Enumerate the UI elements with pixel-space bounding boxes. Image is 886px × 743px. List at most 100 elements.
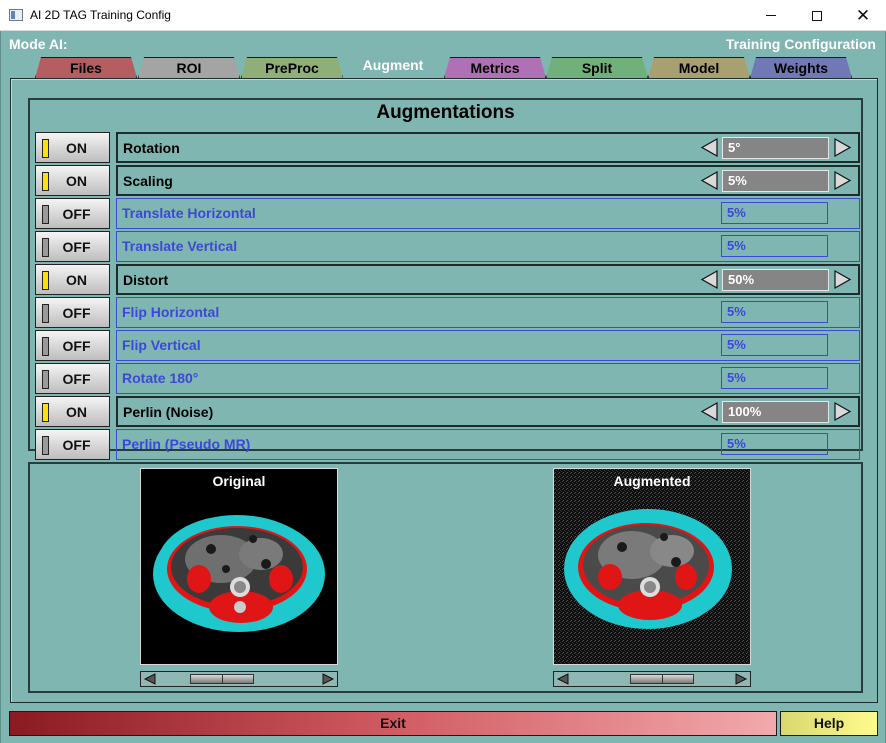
augmentation-row: OFF Translate Vertical 5% — [35, 231, 860, 262]
augmentation-value-field: 5% — [721, 334, 828, 356]
toggle-label: OFF — [62, 436, 91, 453]
augmentation-row: ON Scaling 5% — [35, 165, 860, 196]
close-button[interactable]: ✕ — [840, 0, 886, 31]
augmentation-toggle-button[interactable]: OFF — [35, 198, 110, 229]
scroll-right-icon[interactable] — [321, 673, 335, 685]
augmentation-toggle-button[interactable]: OFF — [35, 363, 110, 394]
exit-button[interactable]: Exit — [9, 711, 777, 736]
decrease-arrow-icon[interactable] — [700, 138, 719, 157]
augmentation-setting: Distort 50% — [116, 264, 860, 295]
increase-arrow-icon[interactable] — [833, 402, 852, 421]
augmentation-setting: Rotate 180° 5% — [116, 363, 860, 394]
augmentation-name: Flip Vertical — [122, 337, 201, 353]
increase-arrow-icon[interactable] — [833, 270, 852, 289]
augmentation-value-field: 5% — [721, 433, 828, 455]
augmented-scroll-thumb[interactable] — [630, 674, 694, 684]
augmentations-title: Augmentations — [376, 102, 515, 123]
augmentation-toggle-button[interactable]: ON — [35, 396, 110, 427]
augmented-preview: Augmented — [553, 468, 751, 665]
app-icon — [9, 9, 23, 21]
augmentation-value-field: 5% — [721, 301, 828, 323]
tab-split[interactable]: Split — [546, 57, 648, 78]
original-label: Original — [212, 473, 266, 489]
augmentation-value-field: 5% — [721, 235, 828, 257]
augmentation-setting: Translate Horizontal 5% — [116, 198, 860, 229]
toggle-label: OFF — [62, 304, 91, 321]
augmentation-row: OFF Rotate 180° 5% — [35, 363, 860, 394]
augmented-scrollbar[interactable] — [553, 671, 751, 687]
toggle-label: OFF — [62, 205, 91, 222]
augmentation-toggle-button[interactable]: ON — [35, 132, 110, 163]
augmentation-value-field[interactable]: 100% — [722, 401, 829, 423]
augmentation-name: Rotation — [123, 140, 180, 156]
tab-roi[interactable]: ROI — [138, 57, 240, 78]
scroll-left-icon[interactable] — [143, 673, 157, 685]
toggle-label: OFF — [62, 238, 91, 255]
toggle-label: ON — [66, 271, 87, 288]
augmentation-value-field[interactable]: 5° — [722, 137, 829, 159]
toggle-label: ON — [66, 403, 87, 420]
augmented-ct-image — [554, 469, 750, 664]
augmentation-row: OFF Translate Horizontal 5% — [35, 198, 860, 229]
original-ct-image — [153, 515, 325, 632]
toggle-label: OFF — [62, 337, 91, 354]
augmentation-setting: Translate Vertical 5% — [116, 231, 860, 262]
original-preview: Original — [140, 468, 338, 665]
augmentation-setting: Rotation 5° — [116, 132, 860, 163]
close-icon: ✕ — [855, 6, 871, 25]
augmentation-name: Flip Horizontal — [122, 304, 220, 320]
augmentation-row: OFF Flip Vertical 5% — [35, 330, 860, 361]
augmentation-name: Translate Horizontal — [122, 205, 256, 221]
augmentation-row: OFF Flip Horizontal 5% — [35, 297, 860, 328]
augmentation-value-field: 5% — [721, 202, 828, 224]
training-config-label: Training Configuration — [725, 36, 876, 52]
augmented-label: Augmented — [613, 473, 691, 489]
app-frame: Mode AI: Training Configuration Files ROI… — [0, 31, 886, 743]
window-titlebar: AI 2D TAG Training Config ✕ — [0, 0, 886, 31]
increase-arrow-icon[interactable] — [833, 171, 852, 190]
increase-arrow-icon[interactable] — [833, 138, 852, 157]
augmentation-toggle-button[interactable]: OFF — [35, 429, 110, 460]
augmentations-group: Augmentations ON Rotation 5° ON Scaling 5% OFF… — [28, 98, 863, 460]
help-button[interactable]: Help — [780, 711, 878, 736]
minimize-icon — [766, 15, 776, 16]
augmentation-toggle-button[interactable]: OFF — [35, 231, 110, 262]
window-title: AI 2D TAG Training Config — [30, 8, 171, 22]
maximize-button[interactable] — [794, 0, 840, 31]
augmentation-name: Translate Vertical — [122, 238, 238, 254]
augment-panel: Augmentations ON Rotation 5° ON Scaling 5% OFF… — [10, 78, 878, 703]
decrease-arrow-icon[interactable] — [700, 270, 719, 289]
augmentation-setting: Scaling 5% — [116, 165, 860, 196]
tab-metrics[interactable]: Metrics — [444, 57, 546, 78]
augmentation-row: OFF Perlin (Pseudo MR) 5% — [35, 429, 860, 460]
maximize-icon — [812, 10, 822, 21]
original-scrollbar[interactable] — [140, 671, 338, 687]
augmentation-toggle-button[interactable]: OFF — [35, 330, 110, 361]
scroll-left-icon[interactable] — [556, 673, 570, 685]
tab-preproc[interactable]: PreProc — [241, 57, 343, 78]
tab-model[interactable]: Model — [648, 57, 750, 78]
tab-weights[interactable]: Weights — [750, 57, 852, 78]
augmentation-toggle-button[interactable]: ON — [35, 165, 110, 196]
augmentation-toggle-button[interactable]: ON — [35, 264, 110, 295]
minimize-button[interactable] — [748, 0, 794, 31]
decrease-arrow-icon[interactable] — [700, 402, 719, 421]
augmentation-setting: Perlin (Noise) 100% — [116, 396, 860, 427]
augmentation-setting: Flip Horizontal 5% — [116, 297, 860, 328]
augmentation-value-field: 5% — [721, 367, 828, 389]
augmentation-name: Distort — [123, 272, 169, 288]
augmentation-setting: Perlin (Pseudo MR) 5% — [116, 429, 860, 460]
augmentation-value-field[interactable]: 50% — [722, 269, 829, 291]
original-scroll-thumb[interactable] — [190, 674, 254, 684]
augmentation-value-field[interactable]: 5% — [722, 170, 829, 192]
augmentation-row: ON Perlin (Noise) 100% — [35, 396, 860, 427]
tab-augment[interactable]: Augment — [342, 55, 444, 79]
preview-group: Original Augmented — [28, 462, 863, 693]
augmentation-toggle-button[interactable]: OFF — [35, 297, 110, 328]
decrease-arrow-icon[interactable] — [700, 171, 719, 190]
toggle-label: ON — [66, 172, 87, 189]
augmentation-name: Perlin (Noise) — [123, 404, 214, 420]
scroll-right-icon[interactable] — [734, 673, 748, 685]
augmentation-name: Scaling — [123, 173, 173, 189]
tab-files[interactable]: Files — [35, 57, 137, 78]
